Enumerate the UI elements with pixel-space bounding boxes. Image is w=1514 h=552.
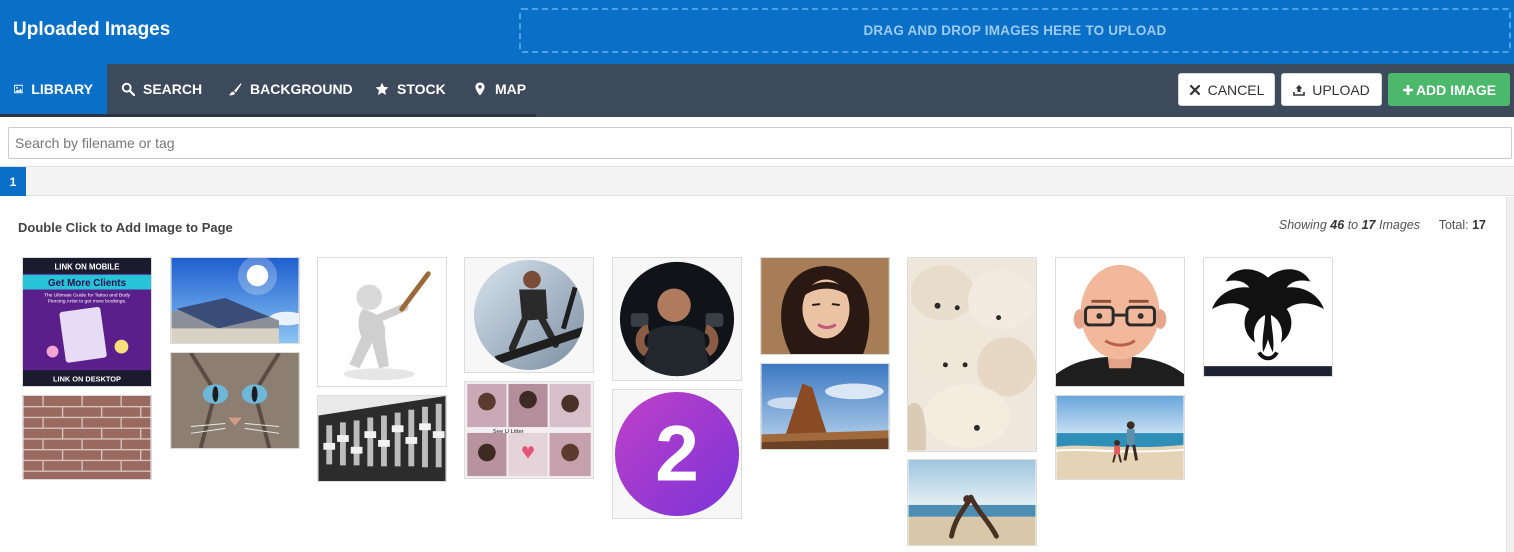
image-thumbnail-promo[interactable]: LINK ON MOBILE Get More Clients The Ulti… [22,257,152,387]
image-thumbnail-cat[interactable] [170,352,300,449]
beach-yoga-image [908,460,1036,545]
showing-suffix: Images [1379,218,1420,232]
tab-map[interactable]: MAP [459,64,540,114]
image-thumbnail-brick-wall[interactable] [22,395,152,480]
showing-prefix: Showing [1278,218,1327,232]
vertical-scrollbar[interactable] [1506,197,1514,552]
image-thumbnail-baseball-figure[interactable] [317,257,447,387]
solar-roof-image [171,258,299,343]
promo-headline-text: Get More Clients [48,278,127,289]
image-thumbnail-treadmill[interactable] [464,257,594,373]
tab-library-label: LIBRARY [31,81,93,97]
tab-search-label: SEARCH [143,81,203,97]
total-value: 17 [1472,218,1486,232]
dropzone-label: DRAG AND DROP IMAGES HERE TO UPLOAD [863,23,1167,38]
star-icon [375,82,389,95]
image-thumbnail-woman-portrait[interactable] [760,257,890,355]
promo-bottom-text: LINK ON DESKTOP [53,375,121,384]
promo-subtext-1: The Ultimate Guide for Tattoo and Body [44,292,131,298]
puppies-image [908,258,1036,451]
add-image-button[interactable]: ADD IMAGE [1388,73,1510,106]
image-thumbnail-gym-man[interactable] [612,257,742,381]
beach-walk-image [1056,396,1184,479]
upload-button[interactable]: UPLOAD [1281,73,1382,106]
plus-icon [1402,84,1413,95]
image-thumbnail-dragon[interactable] [1203,257,1333,377]
image-thumbnail-collage[interactable]: See U Litter [464,381,594,479]
total-label: Total: [1438,218,1469,232]
badge-number: 2 [655,410,699,498]
page-button-1[interactable]: 1 [0,167,26,196]
brick-wall-image [23,396,151,479]
baseball-figure-image [318,258,446,386]
upload-icon [1293,84,1306,96]
search-input[interactable] [8,127,1512,159]
image-thumbnail-solar-roof[interactable] [170,257,300,344]
tab-background-label: BACKGROUND [250,81,353,97]
tab-stock-label: STOCK [397,81,446,97]
tab-background[interactable]: BACKGROUND [214,64,367,114]
image-thumbnail-beach-walk[interactable] [1055,395,1185,480]
search-icon [121,82,135,96]
nav-bar: LIBRARY SEARCH BACKGROUND STOCK MAP CANC… [0,64,1514,117]
instruction-text: Double Click to Add Image to Page [18,220,233,235]
close-icon [1189,84,1200,95]
tab-map-label: MAP [495,81,527,97]
map-marker-icon [475,82,485,96]
promo-flyer-image: LINK ON MOBILE Get More Clients The Ulti… [23,258,151,386]
promo-top-text: LINK ON MOBILE [54,262,119,271]
image-icon [14,84,24,94]
cancel-label: CANCEL [1207,81,1265,98]
number-two-badge-image: 2 [613,390,741,518]
upload-label: UPLOAD [1312,81,1370,98]
tabs-underline [0,114,536,117]
mixer-board-image [318,396,446,481]
tab-stock[interactable]: STOCK [361,64,460,114]
image-thumbnail-puppies[interactable] [907,257,1037,452]
search-bar [8,127,1512,159]
twin-dragon-image [1204,258,1332,376]
collage-caption: See U Litter [493,429,524,435]
image-thumbnail-number-two[interactable]: 2 [612,389,742,519]
upload-dropzone[interactable]: DRAG AND DROP IMAGES HERE TO UPLOAD [519,8,1511,53]
image-thumbnail-beach-yoga[interactable] [907,459,1037,546]
promo-subtext-2: Piercing Artist to get more bookings. [48,298,127,304]
cat-face-image [171,353,299,448]
total-count: Total: 17 [1439,218,1486,232]
showing-to-word: to [1347,218,1359,232]
tab-library[interactable]: LIBRARY [0,64,107,114]
cancel-button[interactable]: CANCEL [1178,73,1275,106]
treadmill-runner-image [465,258,593,372]
woman-portrait-image [761,258,889,354]
tab-search[interactable]: SEARCH [107,64,216,114]
friends-collage-image: See U Litter [465,382,593,478]
top-bar: Uploaded Images DRAG AND DROP IMAGES HER… [0,0,1514,64]
showing-count: Showing 46 to 17 Images [1279,218,1420,232]
image-thumbnail-mixer-board[interactable] [317,395,447,482]
brush-icon [228,82,242,96]
pagination-bar: 1 [0,166,1514,196]
showing-to: 17 [1361,218,1376,232]
image-thumbnail-cartoon-avatar[interactable] [1055,257,1185,387]
page-title: Uploaded Images [13,19,171,40]
cartoon-avatar-image [1056,258,1184,386]
add-image-label: ADD IMAGE [1415,81,1497,98]
image-thumbnail-desert-rock[interactable] [760,363,890,450]
showing-from: 46 [1330,218,1345,232]
gym-man-image [613,258,741,380]
desert-rock-image [761,364,889,449]
